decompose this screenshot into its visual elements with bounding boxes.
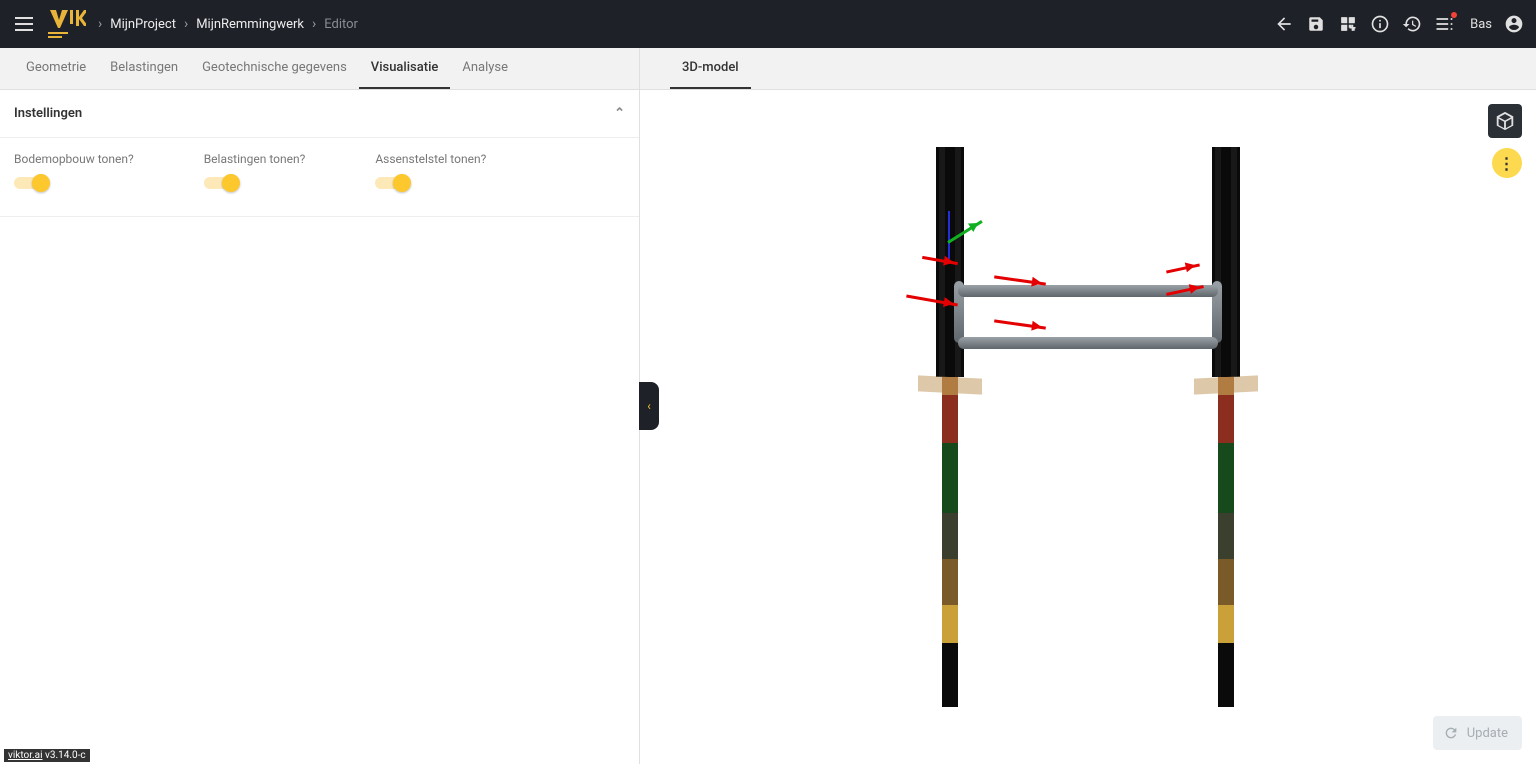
more-vert-icon: ⋮ xyxy=(1499,154,1516,173)
user-name[interactable]: Bas xyxy=(1470,17,1492,32)
3d-structure xyxy=(888,147,1288,707)
breadcrumb-entity[interactable]: MijnRemmingwerk xyxy=(196,17,304,32)
app-logo[interactable] xyxy=(48,8,86,40)
axis-z xyxy=(948,211,950,259)
tab-geometrie[interactable]: Geometrie xyxy=(14,47,98,89)
save-icon[interactable] xyxy=(1306,14,1326,34)
chevron-up-icon: ⌃ xyxy=(614,106,625,121)
top-bar-left: › MijnProject › MijnRemmingwerk › Editor xyxy=(12,8,358,40)
right-panel: 3D-model ‹ xyxy=(640,48,1536,764)
toggle-label: Belastingen tonen? xyxy=(204,152,306,166)
pile-left xyxy=(936,147,964,707)
toggle-belastingen: Belastingen tonen? xyxy=(204,152,306,192)
tasks-icon[interactable] xyxy=(1434,14,1454,34)
footer-link[interactable]: viktor.ai xyxy=(8,750,43,761)
pile-right xyxy=(1212,147,1240,707)
update-button[interactable]: Update xyxy=(1433,716,1522,750)
left-tabs: Geometrie Belastingen Geotechnische gege… xyxy=(0,48,639,90)
chevron-right-icon: › xyxy=(98,16,102,32)
tab-analyse[interactable]: Analyse xyxy=(450,47,520,89)
section-title: Instellingen xyxy=(14,106,82,121)
update-label: Update xyxy=(1467,726,1508,741)
top-bar: › MijnProject › MijnRemmingwerk › Editor… xyxy=(0,0,1536,48)
3d-viewport[interactable] xyxy=(640,90,1536,764)
notification-dot xyxy=(1451,12,1457,18)
info-icon[interactable] xyxy=(1370,14,1390,34)
tab-belastingen[interactable]: Belastingen xyxy=(98,47,190,89)
top-bar-right: Bas xyxy=(1274,14,1524,34)
breadcrumb-project[interactable]: MijnProject xyxy=(110,17,176,32)
tab-geotechnische[interactable]: Geotechnische gegevens xyxy=(190,47,359,89)
breadcrumb: › MijnProject › MijnRemmingwerk › Editor xyxy=(98,16,358,32)
account-icon[interactable] xyxy=(1504,14,1524,34)
main-area: Geometrie Belastingen Geotechnische gege… xyxy=(0,48,1536,764)
back-icon[interactable] xyxy=(1274,14,1294,34)
tab-3d-model[interactable]: 3D-model xyxy=(670,47,751,89)
load-arrow xyxy=(1166,263,1200,273)
section-instellingen-header[interactable]: Instellingen ⌃ xyxy=(0,90,639,138)
section-instellingen-body: Bodemopbouw tonen? Belastingen tonen? As… xyxy=(0,138,639,217)
chevron-right-icon: › xyxy=(184,16,188,32)
right-tabs: 3D-model xyxy=(640,48,1536,90)
footer-version: viktor.ai v3.14.0-c xyxy=(4,749,90,762)
refresh-icon xyxy=(1443,725,1459,741)
chevron-right-icon: › xyxy=(312,16,316,32)
toggle-switch-belastingen[interactable] xyxy=(204,174,240,192)
beam-bottom xyxy=(958,337,1218,349)
toggle-label: Assenstelstel tonen? xyxy=(375,152,486,166)
view-cube-button[interactable] xyxy=(1488,104,1522,138)
apps-icon[interactable] xyxy=(1338,14,1358,34)
footer-version-text: v3.14.0-c xyxy=(45,750,86,761)
toggle-bodemopbouw: Bodemopbouw tonen? xyxy=(14,152,134,192)
toggle-label: Bodemopbouw tonen? xyxy=(14,152,134,166)
left-panel: Geometrie Belastingen Geotechnische gege… xyxy=(0,48,640,764)
viewport-more-button[interactable]: ⋮ xyxy=(1492,148,1522,178)
history-icon[interactable] xyxy=(1402,14,1422,34)
tab-visualisatie[interactable]: Visualisatie xyxy=(359,47,451,89)
toggle-assenstelsel: Assenstelstel tonen? xyxy=(375,152,486,192)
load-arrow xyxy=(994,319,1046,329)
menu-icon[interactable] xyxy=(12,12,36,36)
breadcrumb-page: Editor xyxy=(324,17,358,32)
toggle-switch-assenstelsel[interactable] xyxy=(375,174,411,192)
toggle-switch-bodemopbouw[interactable] xyxy=(14,174,50,192)
